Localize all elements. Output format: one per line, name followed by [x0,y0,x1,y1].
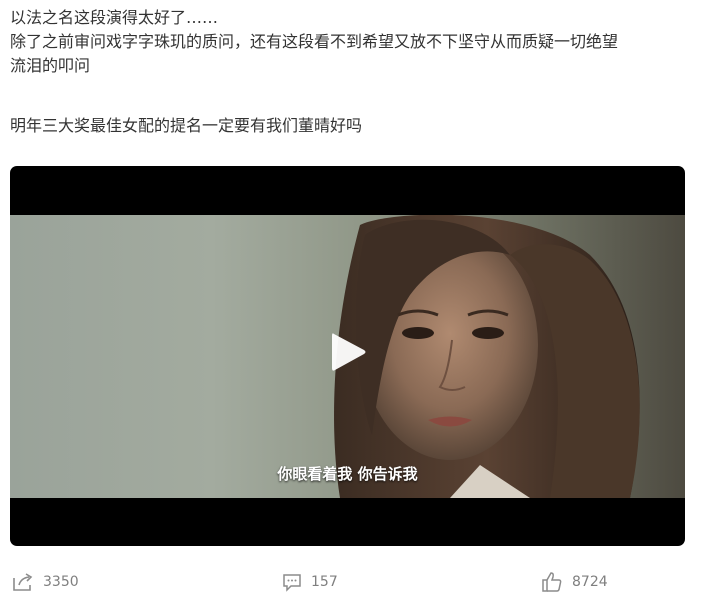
post-text: 以法之名这段演得太好了…… 除了之前审问戏字字珠玑的质问，还有这段看不到希望又放… [10,6,690,138]
comment-button[interactable]: 157 [282,570,338,594]
play-icon[interactable] [326,330,370,374]
video-player[interactable]: 你眼看着我 你告诉我 [10,166,685,546]
post-line-3: 流泪的叩问 [10,56,91,75]
share-count: 3350 [43,574,79,590]
comment-icon [283,574,301,592]
like-button[interactable]: 8724 [541,570,608,594]
play-button[interactable] [326,330,370,374]
like-count: 8724 [572,574,608,590]
video-subtitle: 你眼看着我 你告诉我 [277,465,418,483]
comment-count: 157 [311,574,338,590]
post-line-1: 以法之名这段演得太好了…… [10,8,219,27]
share-icon [13,573,33,591]
post-line-2: 除了之前审问戏字字珠玑的质问，还有这段看不到希望又放不下坚守从而质疑一切绝望 [10,32,619,51]
share-button[interactable]: 3350 [12,570,79,594]
action-bar: 3350 157 8724 [0,566,703,598]
thumbs-up-icon [542,572,562,592]
post-line-4: 明年三大奖最佳女配的提名一定要有我们董晴好吗 [10,116,363,135]
